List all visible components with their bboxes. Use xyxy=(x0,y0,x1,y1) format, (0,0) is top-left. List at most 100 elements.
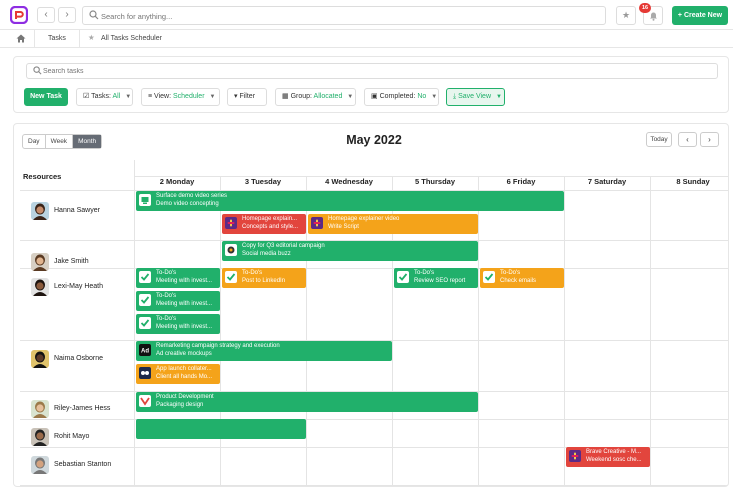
event-block[interactable]: Product Development Packaging design xyxy=(136,392,478,412)
event-title: To-Do's xyxy=(500,270,521,276)
filter-label: Filter xyxy=(239,93,256,100)
resource-name: Rohit Mayo xyxy=(54,433,90,440)
event-block[interactable]: To-Do's Meeting with invest... xyxy=(136,268,220,288)
event-block[interactable]: Ad Remarketing campaign strategy and exec… xyxy=(136,341,392,361)
avatar xyxy=(31,350,49,368)
resource-column-divider xyxy=(134,160,135,486)
new-task-button[interactable]: New Task xyxy=(24,88,68,106)
chevron-down-icon: ▼ xyxy=(495,94,502,100)
event-title: To-Do's xyxy=(414,270,435,276)
create-new-button[interactable]: + Create New xyxy=(672,6,728,25)
event-subtitle: Packaging design xyxy=(156,402,204,408)
completed-label: Completed: xyxy=(379,93,416,100)
tasks-filter-value: All xyxy=(112,93,121,100)
download-icon: ⤓ xyxy=(453,93,457,100)
event-title: Product Development xyxy=(156,394,214,400)
task-search[interactable] xyxy=(26,63,718,79)
resource-name: Riley-James Hess xyxy=(54,405,111,412)
global-search-input[interactable] xyxy=(101,9,581,23)
day-header: 6 Friday xyxy=(506,177,536,186)
completed-value: No xyxy=(417,93,427,100)
svg-text:Ad: Ad xyxy=(141,349,149,355)
checklist-icon: ☑ xyxy=(83,93,90,100)
day-column-divider xyxy=(306,176,307,486)
top-bar: ‹ › ★ 16 + Create New xyxy=(0,0,733,30)
search-icon xyxy=(89,10,99,20)
event-title: Homepage explain... xyxy=(242,216,298,222)
event-block[interactable]: App launch collater... Client all hands M… xyxy=(136,364,220,384)
completed-dropdown[interactable]: ▣ Completed: No ▼ xyxy=(364,88,439,106)
notification-badge: 16 xyxy=(639,3,651,13)
save-view-dropdown[interactable]: ⤓ Save View ▼ xyxy=(446,88,505,106)
tasks-filter-dropdown[interactable]: ☑ Tasks: All ▼ xyxy=(76,88,133,106)
resource-name: Naima Osborne xyxy=(54,355,104,362)
event-block[interactable]: Homepage explainer video Write Script xyxy=(308,214,478,234)
event-title: Copy for Q3 editorial campaign xyxy=(242,243,325,249)
avatar xyxy=(31,202,49,220)
view-month-button[interactable]: Month xyxy=(73,135,102,148)
event-subtitle: Social media buzz xyxy=(242,251,291,257)
next-arrow-icon[interactable]: › xyxy=(700,132,719,147)
view-dropdown[interactable]: ≡ View: Scheduler ▼ xyxy=(141,88,220,106)
day-header: 3 Tuesday xyxy=(244,177,282,186)
group-dropdown[interactable]: ▦ Group: Allocated ▼ xyxy=(275,88,356,106)
event-block[interactable]: Surface demo video series Demo video conc… xyxy=(136,191,564,211)
event-title: Brave Creative - M... xyxy=(586,449,642,455)
event-block[interactable] xyxy=(136,419,306,439)
event-block[interactable]: To-Do's Check emails xyxy=(480,268,564,288)
event-block[interactable]: Homepage explain... Concepts and style... xyxy=(222,214,306,234)
slack-icon xyxy=(569,450,581,462)
avatar xyxy=(31,428,49,446)
avatar xyxy=(31,253,49,271)
view-week-button[interactable]: Week xyxy=(46,135,74,148)
checkbox-icon xyxy=(139,317,151,329)
filter-panel: New Task ☑ Tasks: All ▼ ≡ View: Schedule… xyxy=(13,56,729,113)
filter-button[interactable]: ▾ Filter xyxy=(227,88,267,106)
event-block[interactable]: To-Do's Meeting with invest... xyxy=(136,291,220,311)
month-title: May 2022 xyxy=(346,133,402,147)
forward-icon[interactable]: › xyxy=(58,7,76,23)
event-block[interactable]: To-Do's Meeting with invest... xyxy=(136,314,220,334)
home-icon[interactable] xyxy=(16,34,26,43)
event-title: Remarketing campaign strategy and execut… xyxy=(156,343,280,349)
day-header: 7 Saturday xyxy=(587,177,627,186)
event-subtitle: Meeting with invest... xyxy=(156,301,213,307)
slack-icon xyxy=(225,217,237,229)
checkbox-icon: ▣ xyxy=(371,93,378,100)
event-block[interactable]: To-Do's Post to LinkedIn xyxy=(222,268,306,288)
event-subtitle: Weekend sosc che... xyxy=(586,457,642,463)
event-subtitle: Meeting with invest... xyxy=(156,278,213,284)
scheduler: Day Week Month May 2022 Today ‹ › Resour… xyxy=(13,123,729,487)
event-block[interactable]: To-Do's Review SEO report xyxy=(394,268,478,288)
scheduler-grid: Resources 2 Monday 3 Tuesday 4 Wednesday 5 … xyxy=(20,160,728,486)
day-column-divider xyxy=(650,176,651,486)
app-logo-icon[interactable] xyxy=(10,6,28,24)
event-block[interactable]: Brave Creative - M... Weekend sosc che... xyxy=(566,447,650,467)
group-icon: ▦ xyxy=(282,93,289,100)
avatar xyxy=(31,456,49,474)
breadcrumb-tasks[interactable]: Tasks xyxy=(48,35,66,42)
global-search[interactable] xyxy=(82,6,606,25)
breadcrumb: Tasks ★ All Tasks Scheduler xyxy=(0,30,733,48)
event-subtitle: Check emails xyxy=(500,278,537,284)
back-icon[interactable]: ‹ xyxy=(37,7,55,23)
checkbox-icon xyxy=(225,271,237,283)
view-label: View: xyxy=(154,93,172,100)
today-button[interactable]: Today xyxy=(646,132,672,147)
favorites-star-icon[interactable]: ★ xyxy=(616,6,636,25)
event-subtitle: Post to LinkedIn xyxy=(242,278,286,284)
event-block[interactable]: Copy for Q3 editorial campaign Social med… xyxy=(222,241,478,261)
group-label: Group: xyxy=(290,93,312,100)
resource-name: Hanna Sawyer xyxy=(54,207,100,214)
view-day-button[interactable]: Day xyxy=(23,135,46,148)
star-icon[interactable]: ★ xyxy=(88,33,95,42)
event-title: To-Do's xyxy=(242,270,263,276)
row-divider xyxy=(20,268,728,269)
prev-arrow-icon[interactable]: ‹ xyxy=(678,132,697,147)
day-column-divider xyxy=(220,176,221,486)
chevron-down-icon: ▼ xyxy=(347,94,354,100)
checkbox-icon xyxy=(397,271,409,283)
surface-logo-icon xyxy=(139,194,151,206)
resource-name: Sebastian Stanton xyxy=(54,461,112,468)
task-search-input[interactable] xyxy=(43,65,643,78)
